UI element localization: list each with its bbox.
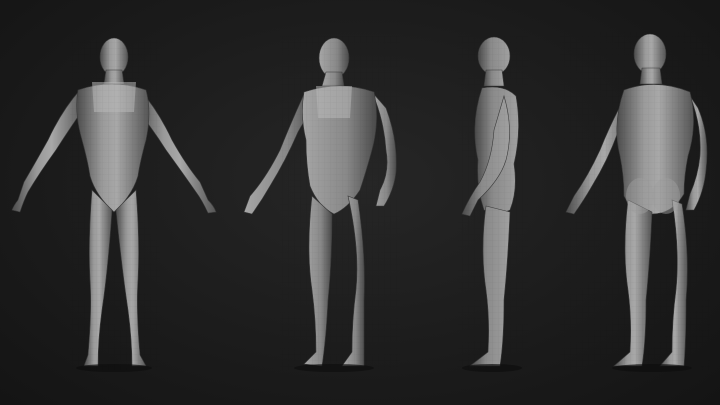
figure-turnaround [11,32,710,372]
turnaround-stage [0,0,720,405]
figure-front-view [11,37,217,372]
figure-back-view [560,32,710,372]
figure-three-quarter-view [243,36,400,372]
figure-side-view [458,36,528,372]
